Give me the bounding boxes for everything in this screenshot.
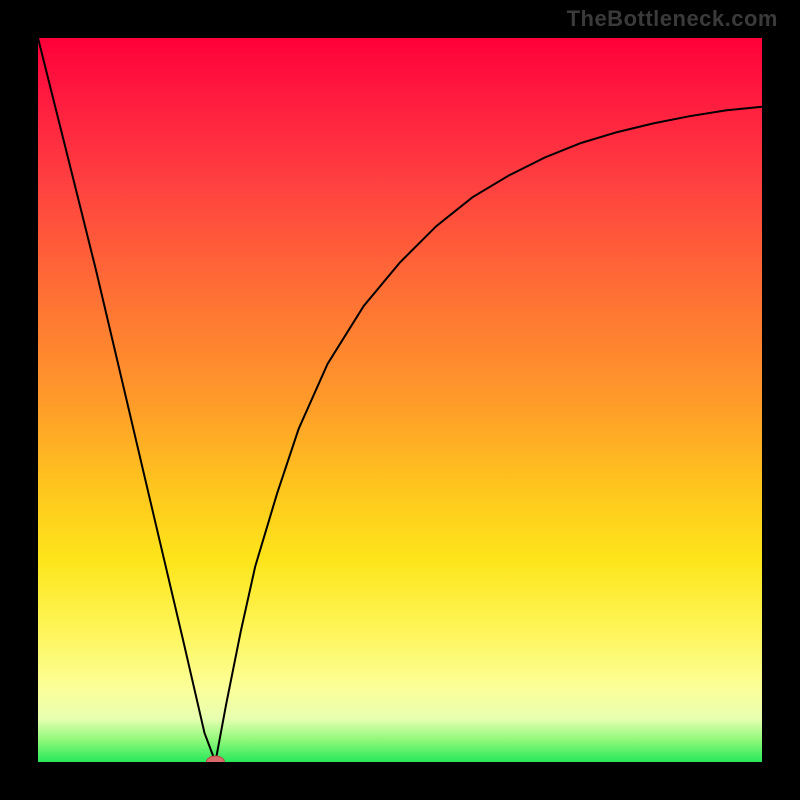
watermark-text: TheBottleneck.com bbox=[567, 6, 778, 32]
chart-svg bbox=[38, 38, 762, 762]
chart-frame: TheBottleneck.com bbox=[0, 0, 800, 800]
bottleneck-curve bbox=[38, 38, 762, 762]
plot-area bbox=[38, 38, 762, 762]
minimum-marker bbox=[206, 756, 224, 762]
